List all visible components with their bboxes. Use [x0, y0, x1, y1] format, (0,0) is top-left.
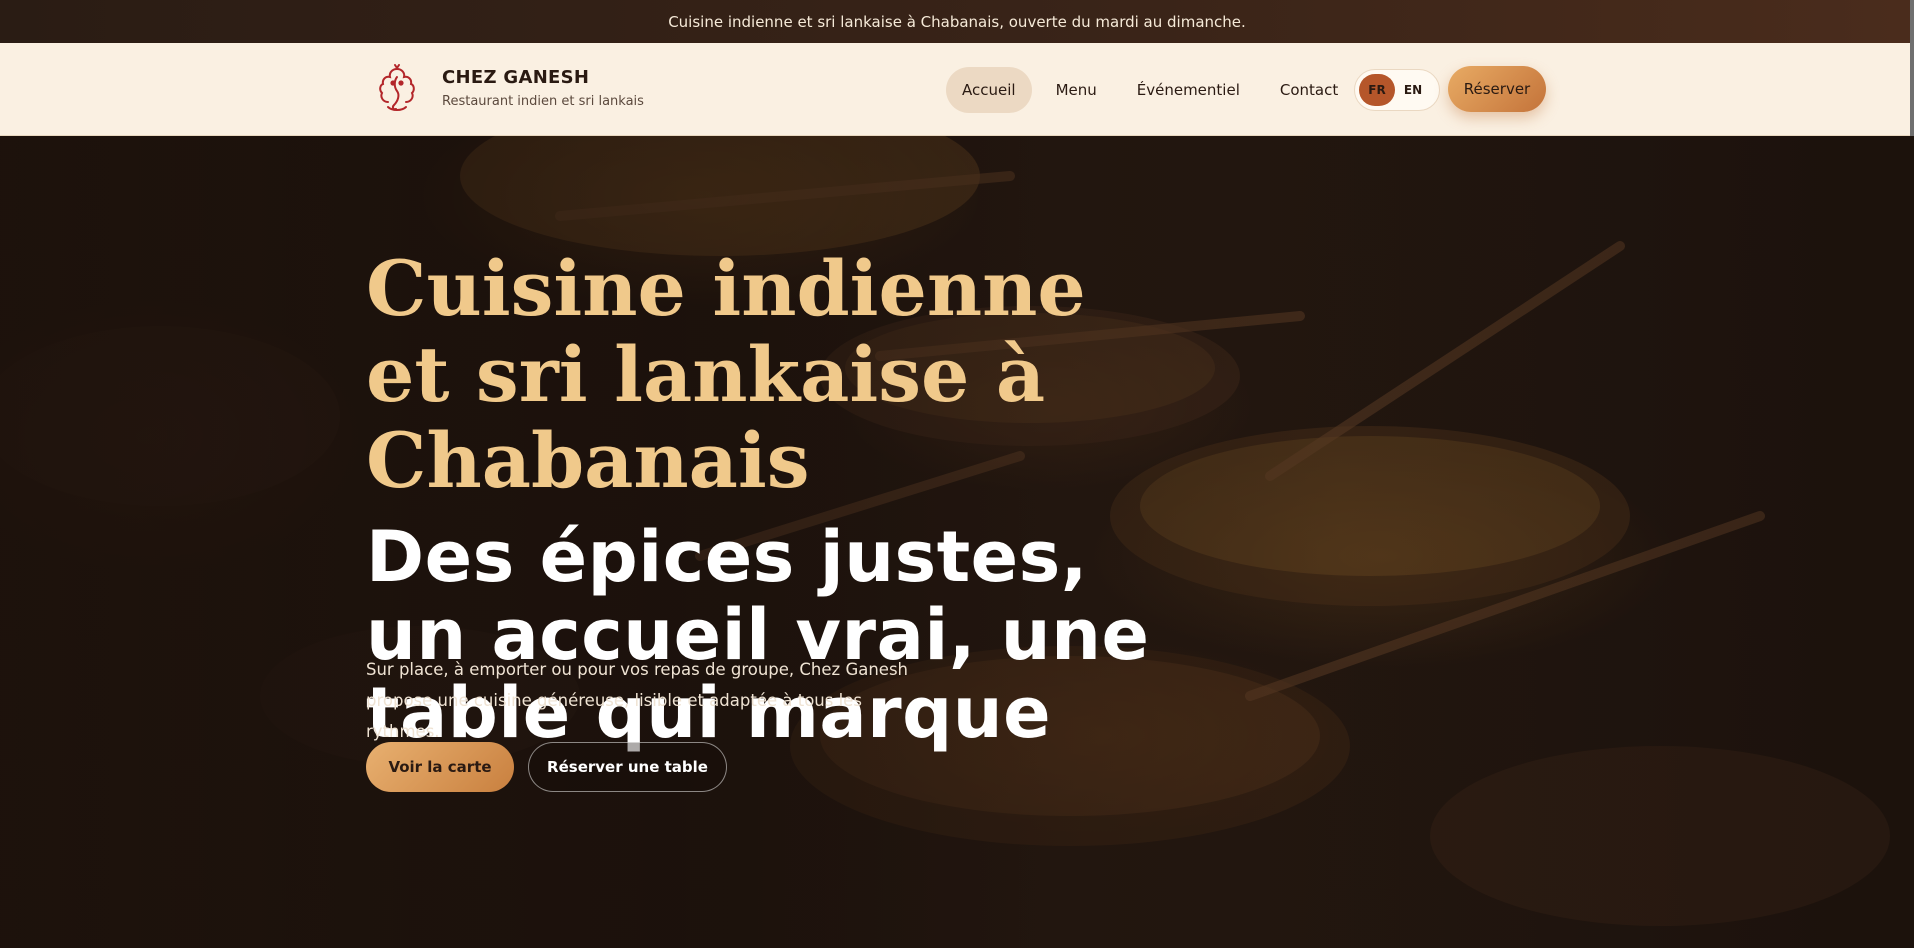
- brand-text: CHEZ GANESH Restaurant indien et sri lan…: [442, 67, 644, 109]
- ganesh-logo-icon: [379, 64, 415, 111]
- brand-subtitle: Restaurant indien et sri lankais: [442, 94, 644, 109]
- site-header: CHEZ GANESH Restaurant indien et sri lan…: [0, 43, 1914, 136]
- nav-item-menu[interactable]: Menu: [1040, 67, 1113, 113]
- main-nav: Accueil Menu Événementiel Contact: [946, 67, 1362, 113]
- nav-item-contact[interactable]: Contact: [1264, 67, 1354, 113]
- brand[interactable]: CHEZ GANESH Restaurant indien et sri lan…: [374, 63, 644, 113]
- hero-section: Cuisine indienne et sri lankaise à Chaba…: [0, 136, 1914, 948]
- hero-kicker: Cuisine indienne et sri lankaise à Chaba…: [366, 244, 1086, 505]
- hero-description: Sur place, à emporter ou pour vos repas …: [366, 660, 909, 741]
- announcement-text: Cuisine indienne et sri lankaise à Chaba…: [668, 12, 1246, 31]
- language-fr-button[interactable]: FR: [1359, 74, 1395, 106]
- nav-item-accueil[interactable]: Accueil: [946, 67, 1032, 113]
- reserve-button[interactable]: Réserver: [1448, 66, 1546, 112]
- nav-item-evenementiel[interactable]: Événementiel: [1121, 67, 1256, 113]
- announcement-bar: Cuisine indienne et sri lankaise à Chaba…: [0, 0, 1914, 43]
- language-en-button[interactable]: EN: [1395, 74, 1431, 106]
- language-switcher: FR EN: [1354, 69, 1440, 111]
- brand-name: CHEZ GANESH: [442, 67, 590, 88]
- book-table-button[interactable]: Réserver une table: [528, 742, 727, 792]
- view-menu-button[interactable]: Voir la carte: [366, 742, 514, 792]
